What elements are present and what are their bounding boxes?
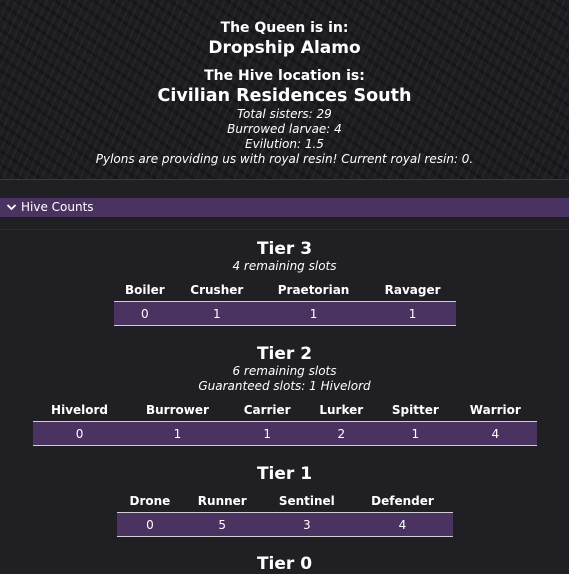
table-cell: 4 xyxy=(453,421,537,446)
tier-2-heading: Tier 2 6 remaining slots Guaranteed slot… xyxy=(0,344,569,394)
table-header-row: Drone Runner Sentinel Defender xyxy=(117,490,453,513)
table-cell: 1 xyxy=(377,421,454,446)
column-header: Hivelord xyxy=(51,403,109,417)
burrowed-larvae: Burrowed larvae: 4 xyxy=(227,122,342,136)
tier-0-heading: Tier 0 xyxy=(0,554,569,574)
chevron-down-icon xyxy=(6,198,17,223)
tier-guaranteed-slots: Guaranteed slots: 1 Hivelord xyxy=(198,379,371,393)
queen-location: Dropship Alamo xyxy=(208,38,361,58)
tier-3-table: Boiler Crusher Praetorian Ravager 0 1 1 … xyxy=(114,279,456,326)
column-header: Burrower xyxy=(145,403,209,417)
column-header: Boiler xyxy=(124,283,165,297)
tier-name: Tier 1 xyxy=(256,464,313,484)
tier-3-heading: Tier 3 4 remaining slots xyxy=(0,239,569,274)
tier-2-table: Hivelord Burrower Carrier Lurker Spitter… xyxy=(33,399,537,446)
table-cell: 1 xyxy=(257,301,370,326)
table-cell: 2 xyxy=(305,421,378,446)
table-cell: 1 xyxy=(228,421,306,446)
table-header-row: Hivelord Burrower Carrier Lurker Spitter… xyxy=(33,399,537,422)
queen-label: The Queen is in: xyxy=(220,20,349,36)
column-header: Carrier xyxy=(243,403,291,417)
tier-remaining-slots: 6 remaining slots xyxy=(232,364,337,378)
column-header: Crusher xyxy=(190,283,244,297)
hive-location: Civilian Residences South xyxy=(157,86,412,106)
table-cell: 0 xyxy=(117,512,183,537)
tier-remaining-slots: 4 remaining slots xyxy=(232,259,337,273)
table-cell: 4 xyxy=(351,512,453,537)
column-header: Drone xyxy=(129,494,171,508)
table-cell: 1 xyxy=(369,301,456,326)
pylon-resin-status: Pylons are providing us with royal resin… xyxy=(95,152,474,166)
tier-name: Tier 0 xyxy=(256,554,313,574)
column-header: Runner xyxy=(197,494,247,508)
hive-location-label: The Hive location is: xyxy=(204,68,365,84)
column-header: Praetorian xyxy=(277,283,350,297)
table-header-row: Boiler Crusher Praetorian Ravager xyxy=(114,279,456,302)
tier-1-table: Drone Runner Sentinel Defender 0 5 3 4 xyxy=(117,490,453,537)
divider xyxy=(0,229,569,230)
hive-status-header: The Queen is in: Dropship Alamo The Hive… xyxy=(0,0,569,180)
table-cell: 1 xyxy=(126,421,229,446)
column-header: Spitter xyxy=(391,403,439,417)
column-header: Defender xyxy=(371,494,434,508)
table-cell: 1 xyxy=(175,301,258,326)
table-row: 0 5 3 4 xyxy=(117,512,453,537)
tier-name: Tier 3 xyxy=(256,239,313,259)
tier-name: Tier 2 xyxy=(256,344,313,364)
table-row: 0 1 1 1 xyxy=(114,301,456,326)
table-cell: 3 xyxy=(261,512,352,537)
column-header: Warrior xyxy=(469,403,521,417)
tier-1-heading: Tier 1 xyxy=(0,464,569,484)
table-cell: 0 xyxy=(114,301,176,326)
total-sisters: Total sisters: 29 xyxy=(237,107,332,121)
column-header: Sentinel xyxy=(278,494,335,508)
column-header: Ravager xyxy=(384,283,441,297)
evolution-rate: Evilution: 1.5 xyxy=(245,137,324,151)
table-row: 0 1 1 2 1 4 xyxy=(33,421,537,446)
section-title: Hive Counts xyxy=(21,200,94,214)
column-header: Lurker xyxy=(319,403,364,417)
hive-counts-section-toggle[interactable]: Hive Counts xyxy=(0,198,569,217)
table-cell: 5 xyxy=(182,512,262,537)
table-cell: 0 xyxy=(33,421,127,446)
